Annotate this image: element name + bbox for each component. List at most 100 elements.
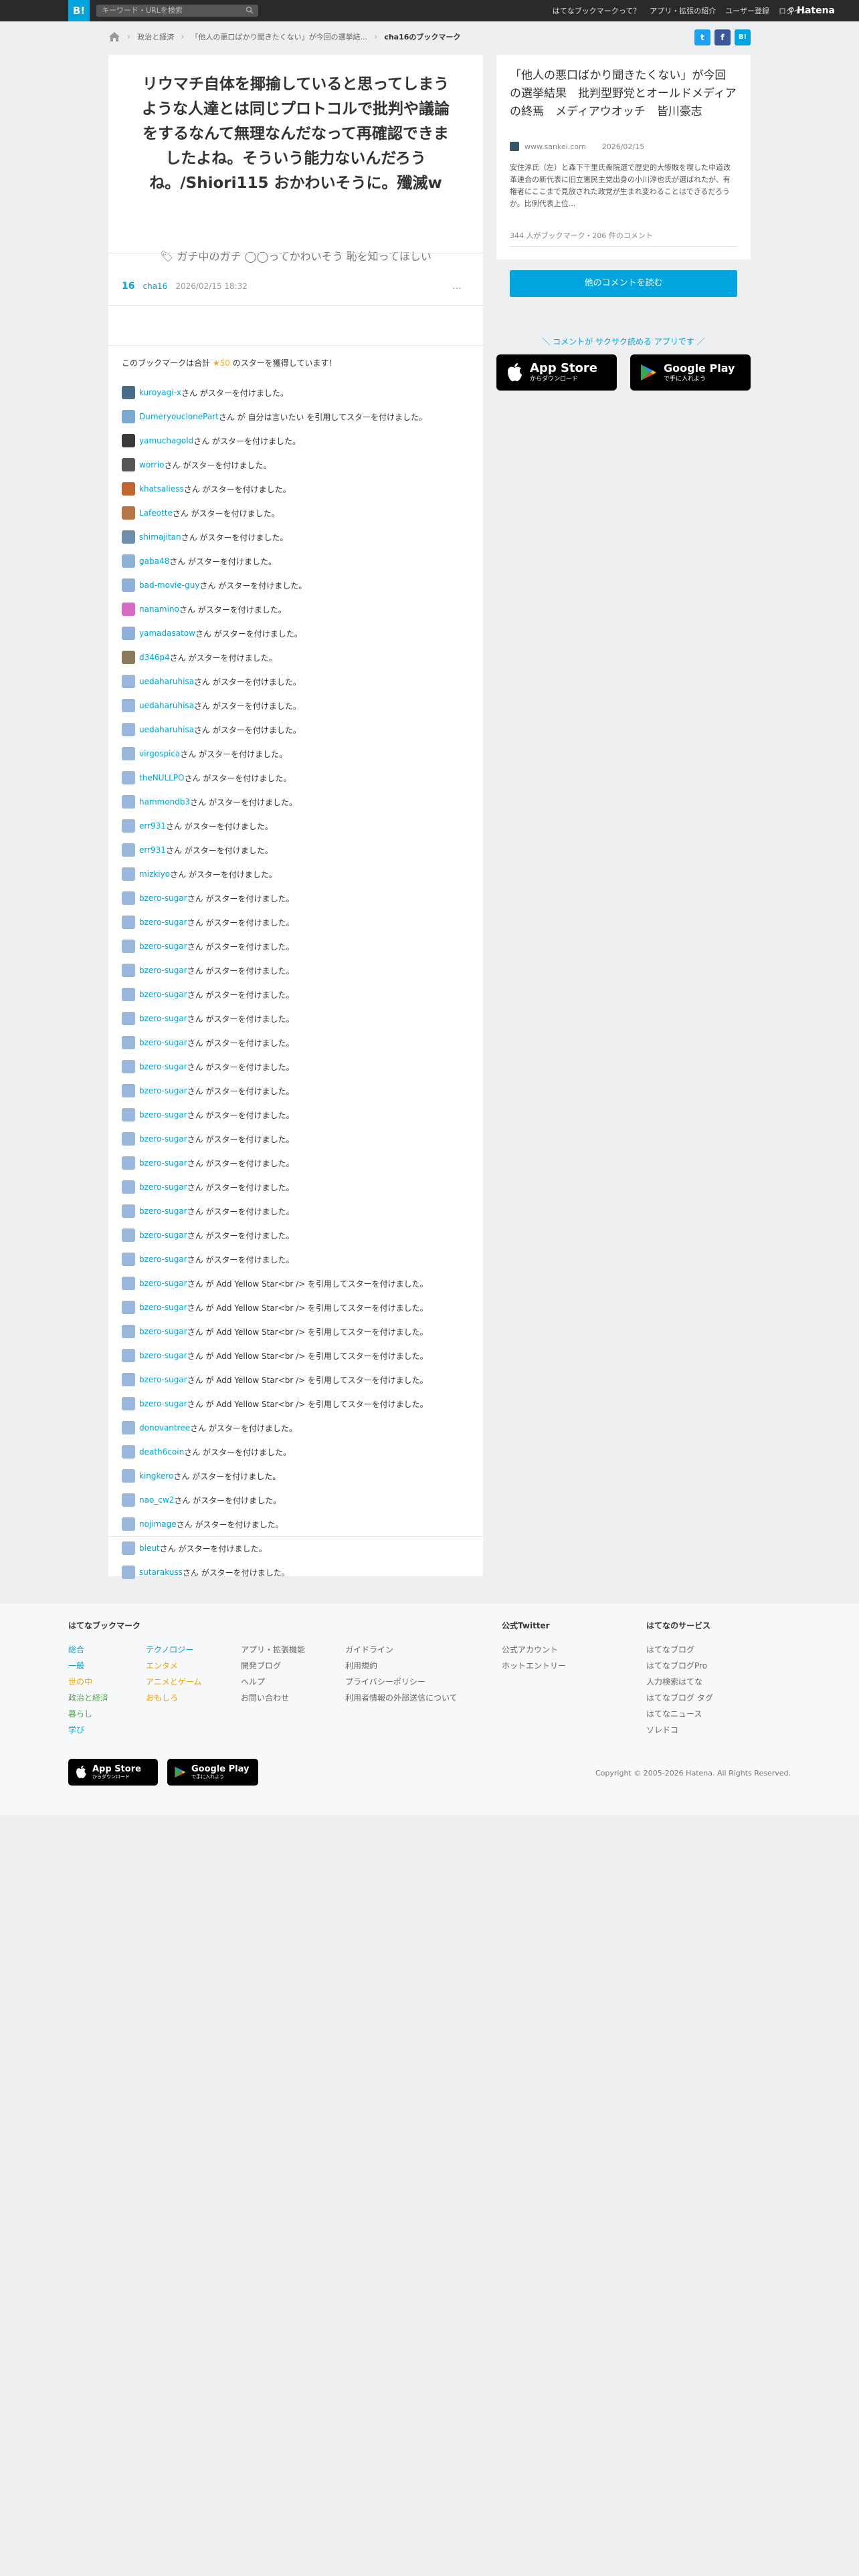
- search-input[interactable]: キーワード・URLを検索: [96, 5, 258, 17]
- google-play-button[interactable]: Google Play で手に入れよう: [630, 354, 751, 391]
- avatar[interactable]: [122, 819, 135, 833]
- avatar[interactable]: [122, 627, 135, 640]
- avatar[interactable]: [122, 1566, 135, 1579]
- footer-link[interactable]: はてなブログ タグ: [646, 1690, 780, 1706]
- avatar[interactable]: [122, 458, 135, 471]
- hatena-bookmark-icon[interactable]: B!: [735, 29, 751, 45]
- avatar[interactable]: [122, 795, 135, 809]
- nav-register[interactable]: ユーザー登録: [725, 5, 769, 16]
- avatar[interactable]: [122, 771, 135, 784]
- avatar[interactable]: [122, 867, 135, 881]
- avatar[interactable]: [122, 1180, 135, 1194]
- avatar[interactable]: [122, 434, 135, 447]
- star-user-link[interactable]: kingkero: [139, 1471, 173, 1481]
- star-user-link[interactable]: death6coin: [139, 1447, 184, 1457]
- hatena-brand[interactable]: ⚲ Hatena: [789, 0, 835, 21]
- avatar[interactable]: [122, 699, 135, 712]
- star-user-link[interactable]: bzero-sugar: [139, 1351, 187, 1360]
- avatar[interactable]: [122, 603, 135, 616]
- footer-link[interactable]: 総合: [68, 1642, 146, 1658]
- facebook-icon[interactable]: f: [714, 29, 731, 45]
- avatar[interactable]: [122, 482, 135, 496]
- hatena-bookmark-logo[interactable]: B!: [68, 0, 90, 21]
- star-user-link[interactable]: bzero-sugar: [139, 1399, 187, 1408]
- star-user-link[interactable]: gaba48: [139, 556, 169, 566]
- star-user-link[interactable]: Lafeotte: [139, 508, 173, 518]
- footer-link[interactable]: 開発ブログ: [241, 1658, 341, 1674]
- star-user-link[interactable]: err931: [139, 821, 166, 831]
- read-comments-button[interactable]: 他のコメントを読む: [510, 270, 737, 297]
- footer-link[interactable]: はてなニュース: [646, 1706, 780, 1722]
- footer-link[interactable]: アプリ・拡張機能: [241, 1642, 341, 1658]
- avatar[interactable]: [122, 1012, 135, 1025]
- footer-link[interactable]: はてなブログ: [646, 1642, 780, 1658]
- star-user-link[interactable]: virgospica: [139, 749, 180, 758]
- avatar[interactable]: [122, 554, 135, 568]
- avatar[interactable]: [122, 940, 135, 953]
- footer-link[interactable]: お問い合わせ: [241, 1690, 341, 1706]
- avatar[interactable]: [122, 916, 135, 929]
- footer-link[interactable]: プライバシーポリシー: [345, 1674, 492, 1690]
- star-user-link[interactable]: donovantree: [139, 1423, 190, 1432]
- star-user-link[interactable]: bzero-sugar: [139, 1038, 187, 1047]
- star-user-link[interactable]: bzero-sugar: [139, 1375, 187, 1384]
- footer-link[interactable]: エンタメ: [146, 1658, 240, 1674]
- avatar[interactable]: [122, 1204, 135, 1218]
- bookmark-count[interactable]: 16: [122, 281, 134, 292]
- entry-card[interactable]: 「他人の悪口ばかり聞きたくない」が今回の選挙結果 批判型野党とオールドメディアの…: [496, 55, 751, 259]
- avatar[interactable]: [122, 675, 135, 688]
- star-user-link[interactable]: shimajitan: [139, 532, 181, 542]
- star-user-link[interactable]: bzero-sugar: [139, 1182, 187, 1192]
- avatar[interactable]: [122, 747, 135, 760]
- star-user-link[interactable]: bzero-sugar: [139, 1279, 187, 1288]
- footer-link[interactable]: 学び: [68, 1722, 146, 1738]
- avatar[interactable]: [122, 1084, 135, 1097]
- star-user-link[interactable]: bleut: [139, 1543, 160, 1553]
- home-icon[interactable]: [108, 31, 120, 42]
- avatar[interactable]: [122, 1541, 135, 1555]
- avatar[interactable]: [122, 843, 135, 857]
- star-user-link[interactable]: nojimage: [139, 1519, 177, 1529]
- star-user-link[interactable]: bzero-sugar: [139, 918, 187, 927]
- app-store-button[interactable]: App Store からダウンロード: [496, 354, 617, 391]
- footer-link[interactable]: 人力検索はてな: [646, 1674, 780, 1690]
- footer-link[interactable]: 公式アカウント: [502, 1642, 622, 1658]
- star-user-link[interactable]: bzero-sugar: [139, 1062, 187, 1071]
- star-user-link[interactable]: d346p4: [139, 653, 170, 662]
- star-user-link[interactable]: DumeryouclonePart: [139, 412, 219, 421]
- star-user-link[interactable]: bzero-sugar: [139, 1327, 187, 1336]
- footer-link[interactable]: アニメとゲーム: [146, 1674, 240, 1690]
- star-user-link[interactable]: uedaharuhisa: [139, 677, 194, 686]
- avatar[interactable]: [122, 723, 135, 736]
- avatar[interactable]: [122, 1277, 135, 1290]
- star-user-link[interactable]: bzero-sugar: [139, 966, 187, 975]
- avatar[interactable]: [122, 1253, 135, 1266]
- star-user-link[interactable]: bad-movie-guy: [139, 580, 199, 590]
- avatar[interactable]: [122, 1132, 135, 1146]
- avatar[interactable]: [122, 1421, 135, 1434]
- footer-link[interactable]: 利用規約: [345, 1658, 492, 1674]
- star-user-link[interactable]: hammondb3: [139, 797, 190, 807]
- avatar[interactable]: [122, 386, 135, 399]
- star-user-link[interactable]: bzero-sugar: [139, 1158, 187, 1168]
- entry-count[interactable]: 344 人がブックマーク・206 件のコメント: [510, 230, 653, 241]
- footer-link[interactable]: ホットエントリー: [502, 1658, 622, 1674]
- entry-domain[interactable]: www.sankei.com: [524, 142, 586, 151]
- avatar[interactable]: [122, 651, 135, 664]
- footer-app-store-button[interactable]: App Store からダウンロード: [68, 1759, 158, 1786]
- footer-google-play-button[interactable]: Google Play で手に入れよう: [167, 1759, 258, 1786]
- footer-link[interactable]: ヘルプ: [241, 1674, 341, 1690]
- footer-link[interactable]: 一般: [68, 1658, 146, 1674]
- avatar[interactable]: [122, 506, 135, 520]
- star-user-link[interactable]: bzero-sugar: [139, 1206, 187, 1216]
- star-user-link[interactable]: bzero-sugar: [139, 942, 187, 951]
- avatar[interactable]: [122, 1108, 135, 1121]
- footer-link[interactable]: 利用者情報の外部送信について: [345, 1690, 492, 1706]
- avatar[interactable]: [122, 1228, 135, 1242]
- star-user-link[interactable]: bzero-sugar: [139, 1110, 187, 1119]
- avatar[interactable]: [122, 1373, 135, 1386]
- footer-link[interactable]: ガイドライン: [345, 1642, 492, 1658]
- star-user-link[interactable]: worrio: [139, 460, 165, 469]
- star-user-link[interactable]: yamuchagold: [139, 436, 193, 445]
- avatar[interactable]: [122, 578, 135, 592]
